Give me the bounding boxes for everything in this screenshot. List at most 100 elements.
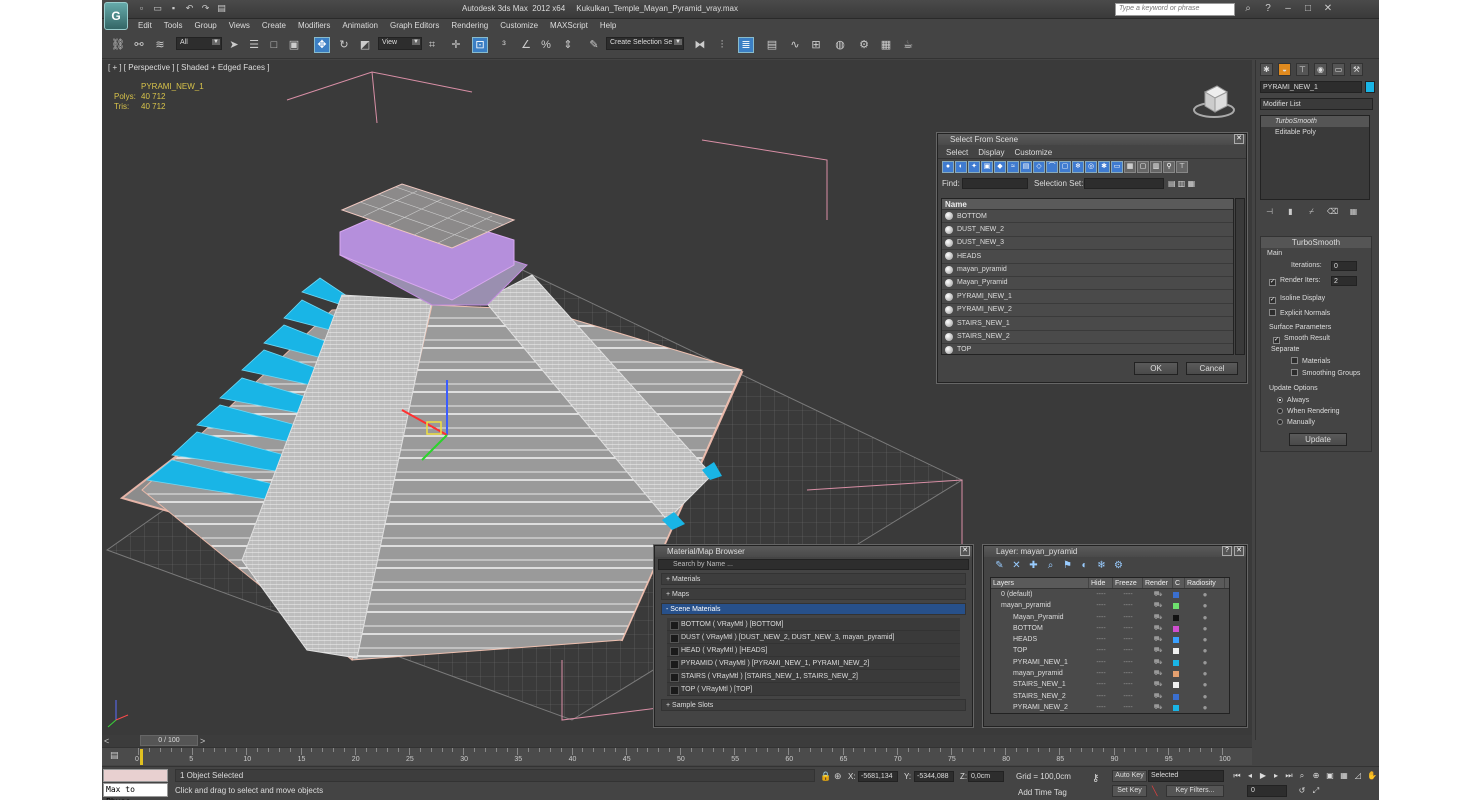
menu-tools[interactable]: Tools xyxy=(164,19,183,32)
max-logo-button[interactable]: G xyxy=(104,2,128,30)
list-item[interactable]: HEADS xyxy=(942,250,1233,264)
material-editor-icon[interactable]: ◍ xyxy=(832,37,848,53)
layer-hide-toggle[interactable]: ---- xyxy=(1089,691,1113,702)
layer-color-swatch[interactable] xyxy=(1173,645,1185,656)
select-none-icon[interactable]: ▢ xyxy=(1137,161,1149,173)
select-by-name-icon[interactable]: ☰ xyxy=(246,37,262,53)
object-name-input[interactable]: PYRAMI_NEW_1 xyxy=(1260,81,1362,93)
column-name-header[interactable]: Name xyxy=(942,199,1233,210)
menu-customize[interactable]: Customize xyxy=(500,19,538,32)
orbit-icon[interactable]: ↺ xyxy=(1297,785,1307,796)
modifier-list-select[interactable]: Modifier List xyxy=(1260,98,1373,110)
delete-layer-icon[interactable]: ✕ xyxy=(1011,560,1022,571)
current-frame-field[interactable]: 0 xyxy=(1247,785,1287,797)
layer-freeze-toggle[interactable]: ---- xyxy=(1113,657,1143,668)
always-radio[interactable]: Always xyxy=(1277,397,1309,404)
explicit-normals-checkbox[interactable]: Explicit Normals xyxy=(1269,309,1330,317)
teapot-icon[interactable]: ⛟ xyxy=(1143,589,1173,600)
show-end-result-icon[interactable]: ▮ xyxy=(1285,206,1296,217)
zoom-all-icon[interactable]: ⊕ xyxy=(1311,770,1321,781)
sfs-menu-display[interactable]: Display xyxy=(978,148,1004,157)
menu-help[interactable]: Help xyxy=(600,19,616,32)
layer-hide-toggle[interactable]: ---- xyxy=(1089,634,1113,645)
menu-graph-editors[interactable]: Graph Editors xyxy=(390,19,439,32)
auto-key-button[interactable]: Auto Key xyxy=(1112,770,1147,782)
x-coordinate-field[interactable]: -5681,134 xyxy=(858,771,898,782)
layer-freeze-toggle[interactable]: ---- xyxy=(1113,691,1143,702)
redo-icon[interactable]: ↷ xyxy=(200,3,211,14)
binoculars-icon[interactable]: ⌕ xyxy=(1242,2,1254,15)
radiosity-bulb-icon[interactable]: ● xyxy=(1185,612,1225,623)
layer-manager-icon[interactable]: ≣ xyxy=(738,37,754,53)
display-hidden-icon[interactable]: ◎ xyxy=(1085,161,1097,173)
reference-coord-select[interactable]: View xyxy=(378,37,422,50)
col-render[interactable]: Render xyxy=(1143,578,1173,588)
material-row[interactable]: HEAD ( VRayMtl ) [HEADS] xyxy=(667,644,960,657)
undo-icon[interactable]: ↶ xyxy=(184,3,195,14)
iterations-spinner[interactable]: 0 xyxy=(1331,261,1357,271)
key-filters-button[interactable]: Key Filters... xyxy=(1166,785,1224,797)
display-spacewarps-icon[interactable]: ≈ xyxy=(1007,161,1019,173)
rotate-icon[interactable]: ↻ xyxy=(336,37,352,53)
layer-settings-icon[interactable]: ⚙ xyxy=(1113,560,1124,571)
scale-icon[interactable]: ◩ xyxy=(357,37,373,53)
maxscript-listener-pink[interactable] xyxy=(103,769,168,782)
category-sample-slots[interactable]: + Sample Slots xyxy=(661,699,966,711)
layer-color-swatch[interactable] xyxy=(1173,691,1185,702)
material-row[interactable]: BOTTOM ( VRayMtl ) [BOTTOM] xyxy=(667,618,960,631)
list-item[interactable]: DUST_NEW_3 xyxy=(942,237,1233,251)
radiosity-bulb-icon[interactable]: ● xyxy=(1185,634,1225,645)
selection-set-tools-icon[interactable]: ▤ ▥ ▦ xyxy=(1168,179,1195,188)
play-icon[interactable]: ▶ xyxy=(1258,770,1268,781)
list-item[interactable]: PYRAMI_NEW_2 xyxy=(942,304,1233,318)
go-to-end-icon[interactable]: ⏭ xyxy=(1284,770,1294,781)
zoom-extents-icon[interactable]: ▣ xyxy=(1325,770,1335,781)
project-folder-icon[interactable]: ▤ xyxy=(216,3,227,14)
layer-freeze-toggle[interactable]: ---- xyxy=(1113,612,1143,623)
layer-hide-toggle[interactable]: ---- xyxy=(1089,612,1113,623)
object-color-swatch[interactable] xyxy=(1365,81,1375,93)
col-hide[interactable]: Hide xyxy=(1089,578,1113,588)
list-item[interactable]: TOP xyxy=(942,344,1233,354)
smoothing-groups-checkbox[interactable]: Smoothing Groups xyxy=(1291,369,1360,377)
list-item[interactable]: Mayan_Pyramid xyxy=(942,277,1233,291)
select-in-layer-icon[interactable]: ⌕ xyxy=(1045,560,1056,571)
display-tab-icon[interactable]: ▭ xyxy=(1332,63,1345,76)
radiosity-bulb-icon[interactable]: ● xyxy=(1185,623,1225,634)
layer-hide-toggle[interactable]: ---- xyxy=(1089,657,1113,668)
teapot-icon[interactable]: ⛟ xyxy=(1143,600,1173,611)
select-manipulate-icon[interactable]: ✛ xyxy=(448,37,464,53)
schematic-view-icon[interactable]: ⊞ xyxy=(808,37,824,53)
teapot-icon[interactable]: ⛟ xyxy=(1143,645,1173,656)
layer-hide-toggle[interactable]: ---- xyxy=(1089,679,1113,690)
teapot-icon[interactable]: ⛟ xyxy=(1143,612,1173,623)
material-row[interactable]: DUST ( VRayMtl ) [DUST_NEW_2, DUST_NEW_3… xyxy=(667,631,960,644)
find-input[interactable] xyxy=(962,178,1028,189)
link-icon[interactable]: ⛓ xyxy=(110,37,126,53)
layer-row[interactable]: mayan_pyramid ---- ---- ⛟ ● xyxy=(991,668,1229,679)
render-iters-checkbox[interactable]: ✓ Render Iters: xyxy=(1269,277,1320,286)
add-time-tag-button[interactable]: Add Time Tag xyxy=(1018,788,1067,797)
current-frame-marker[interactable] xyxy=(140,749,143,765)
list-item[interactable]: BOTTOM xyxy=(942,210,1233,224)
menu-edit[interactable]: Edit xyxy=(138,19,152,32)
layer-row[interactable]: PYRAMI_NEW_2 ---- ---- ⛟ ● xyxy=(991,702,1229,713)
layer-freeze-toggle[interactable]: ---- xyxy=(1113,668,1143,679)
list-scrollbar[interactable] xyxy=(1235,198,1245,355)
list-item[interactable]: mayan_pyramid xyxy=(942,264,1233,277)
mirror-icon[interactable]: ⧓ xyxy=(692,37,708,53)
layer-color-swatch[interactable] xyxy=(1173,634,1185,645)
layer-freeze-toggle[interactable]: ---- xyxy=(1113,679,1143,690)
sfs-menu-select[interactable]: Select xyxy=(946,148,968,157)
material-search-input[interactable]: Search by Name ... xyxy=(658,559,969,570)
layer-row[interactable]: 0 (default) ---- ---- ⛟ ● xyxy=(991,589,1229,600)
layer-freeze-toggle[interactable]: ---- xyxy=(1113,634,1143,645)
list-item[interactable]: DUST_NEW_2 xyxy=(942,223,1233,237)
add-to-layer-icon[interactable]: ✚ xyxy=(1028,560,1039,571)
col-color[interactable]: C xyxy=(1173,578,1185,588)
next-frame-icon[interactable]: ▸ xyxy=(1271,770,1281,781)
sfs-menu-customize[interactable]: Customize xyxy=(1014,148,1052,157)
filter-icon[interactable]: ⚲ xyxy=(1163,161,1175,173)
teapot-icon[interactable]: ⛟ xyxy=(1143,657,1173,668)
display-frozen-icon[interactable]: ❄ xyxy=(1072,161,1084,173)
